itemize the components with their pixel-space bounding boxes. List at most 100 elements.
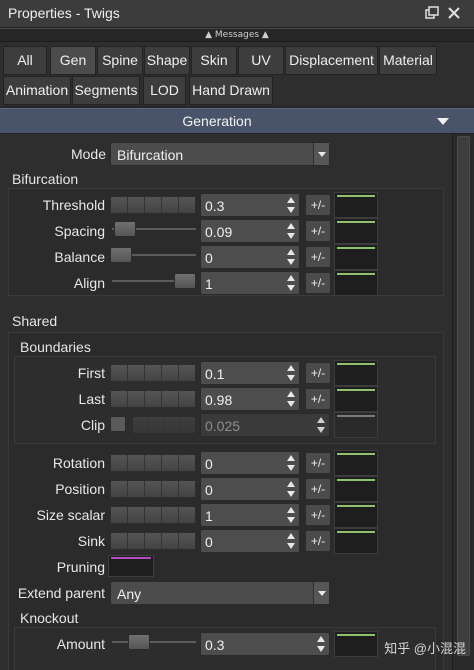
rotation-value: 0 — [205, 456, 213, 472]
spacing-value: 0.09 — [205, 224, 233, 240]
align-slider-handle[interactable] — [174, 273, 196, 289]
rotation-curve-editor[interactable] — [334, 450, 378, 476]
threshold-plus-minus-button[interactable]: +/- — [305, 194, 331, 216]
mode-value: Bifurcation — [117, 147, 184, 163]
align-curve-editor[interactable] — [334, 270, 378, 296]
pruning-swatch[interactable] — [108, 555, 154, 577]
spinner-arrows-icon[interactable] — [285, 505, 297, 525]
spinner-arrows-icon[interactable] — [285, 221, 297, 241]
last-field[interactable]: 0.98 — [200, 387, 300, 411]
tab-uv[interactable]: UV — [238, 46, 284, 75]
balance-label: Balance — [54, 249, 105, 265]
size-scalar-curve-editor[interactable] — [334, 502, 378, 528]
messages-bar[interactable]: ▲ Messages ▲ — [0, 28, 474, 42]
messages-label: ▲ Messages ▲ — [205, 30, 269, 40]
align-label: Align — [73, 275, 105, 291]
extend-parent-label: Extend parent — [17, 585, 105, 601]
size-scalar-plus-minus-button[interactable]: +/- — [305, 504, 331, 526]
mode-label: Mode — [70, 146, 106, 162]
threshold-ladder[interactable] — [110, 196, 196, 214]
position-field[interactable]: 0 — [200, 477, 300, 501]
spacing-slider-handle[interactable] — [114, 221, 136, 237]
chevron-down-icon — [313, 582, 329, 604]
clip-curve-editor — [334, 412, 378, 438]
amount-field[interactable]: 0.3 — [200, 632, 330, 656]
balance-plus-minus-button[interactable]: +/- — [305, 246, 331, 268]
tab-gen[interactable]: Gen — [50, 46, 96, 75]
amount-slider-handle[interactable] — [128, 634, 150, 650]
sink-curve-editor[interactable] — [334, 528, 378, 554]
vertical-scrollbar[interactable] — [452, 134, 474, 670]
watermark-text: 知乎 @小混混 — [384, 641, 466, 656]
balance-curve-editor[interactable] — [334, 244, 378, 270]
spinner-arrows-icon[interactable] — [285, 195, 297, 215]
sink-ladder[interactable] — [110, 532, 196, 550]
sink-field[interactable]: 0 — [200, 529, 300, 553]
first-curve-editor[interactable] — [334, 360, 378, 386]
extend-parent-value: Any — [117, 586, 142, 602]
size-scalar-ladder[interactable] — [110, 506, 196, 524]
collapse-arrow-icon[interactable] — [434, 109, 452, 133]
position-ladder[interactable] — [110, 480, 196, 498]
spinner-arrows-icon[interactable] — [285, 453, 297, 473]
position-plus-minus-button[interactable]: +/- — [305, 478, 331, 500]
spacing-curve-editor[interactable] — [334, 218, 378, 244]
amount-curve-editor[interactable] — [334, 631, 378, 657]
align-field[interactable]: 1 — [200, 271, 300, 295]
float-window-icon[interactable] — [424, 6, 440, 22]
balance-value: 0 — [205, 250, 213, 266]
pruning-label: Pruning — [56, 559, 105, 575]
spinner-arrows-icon — [315, 415, 327, 435]
spinner-arrows-icon[interactable] — [285, 389, 297, 409]
amount-slider-track[interactable] — [112, 641, 196, 643]
tab-shape[interactable]: Shape — [144, 46, 190, 75]
close-icon[interactable] — [446, 6, 462, 22]
tab-material[interactable]: Material — [379, 46, 437, 75]
sink-plus-minus-button[interactable]: +/- — [305, 530, 331, 552]
threshold-curve-editor[interactable] — [334, 192, 378, 218]
tab-lod[interactable]: LOD — [143, 76, 186, 105]
extend-parent-dropdown[interactable]: Any — [110, 581, 330, 605]
knockout-group-title: Knockout — [20, 610, 79, 626]
threshold-field[interactable]: 0.3 — [200, 193, 300, 217]
spinner-arrows-icon[interactable] — [315, 634, 327, 654]
rotation-plus-minus-button[interactable]: +/- — [305, 452, 331, 474]
tab-all[interactable]: All — [3, 46, 47, 75]
sink-value: 0 — [205, 534, 213, 550]
spinner-arrows-icon[interactable] — [285, 531, 297, 551]
tab-animation[interactable]: Animation — [3, 76, 71, 105]
spinner-arrows-icon[interactable] — [285, 363, 297, 383]
last-ladder[interactable] — [110, 390, 196, 408]
last-plus-minus-button[interactable]: +/- — [305, 388, 331, 410]
tab-segments[interactable]: Segments — [72, 76, 140, 105]
first-plus-minus-button[interactable]: +/- — [305, 362, 331, 384]
spinner-arrows-icon[interactable] — [285, 247, 297, 267]
clip-checkbox[interactable] — [110, 416, 126, 432]
spacing-plus-minus-button[interactable]: +/- — [305, 220, 331, 242]
rotation-ladder[interactable] — [110, 454, 196, 472]
scrollbar-thumb[interactable] — [457, 136, 470, 656]
rotation-field[interactable]: 0 — [200, 451, 300, 475]
tab-hand-drawn[interactable]: Hand Drawn — [189, 76, 273, 105]
section-header-generation[interactable]: Generation — [0, 108, 474, 134]
spinner-arrows-icon[interactable] — [285, 273, 297, 293]
align-plus-minus-button[interactable]: +/- — [305, 272, 331, 294]
size-scalar-field[interactable]: 1 — [200, 503, 300, 527]
first-ladder[interactable] — [110, 364, 196, 382]
title-bar: Properties - Twigs — [0, 0, 474, 28]
first-field[interactable]: 0.1 — [200, 361, 300, 385]
mode-dropdown[interactable]: Bifurcation — [110, 142, 330, 166]
boundaries-group-title: Boundaries — [20, 339, 91, 355]
balance-field[interactable]: 0 — [200, 245, 300, 269]
align-value: 1 — [205, 276, 213, 292]
last-curve-editor[interactable] — [334, 386, 378, 412]
spacing-field[interactable]: 0.09 — [200, 219, 300, 243]
tab-skin[interactable]: Skin — [191, 46, 237, 75]
tab-spine[interactable]: Spine — [97, 46, 143, 75]
position-curve-editor[interactable] — [334, 476, 378, 502]
last-label: Last — [78, 391, 105, 407]
tab-displacement[interactable]: Displacement — [285, 46, 378, 75]
balance-slider-handle[interactable] — [110, 247, 132, 263]
spinner-arrows-icon[interactable] — [285, 479, 297, 499]
last-value: 0.98 — [205, 392, 233, 408]
